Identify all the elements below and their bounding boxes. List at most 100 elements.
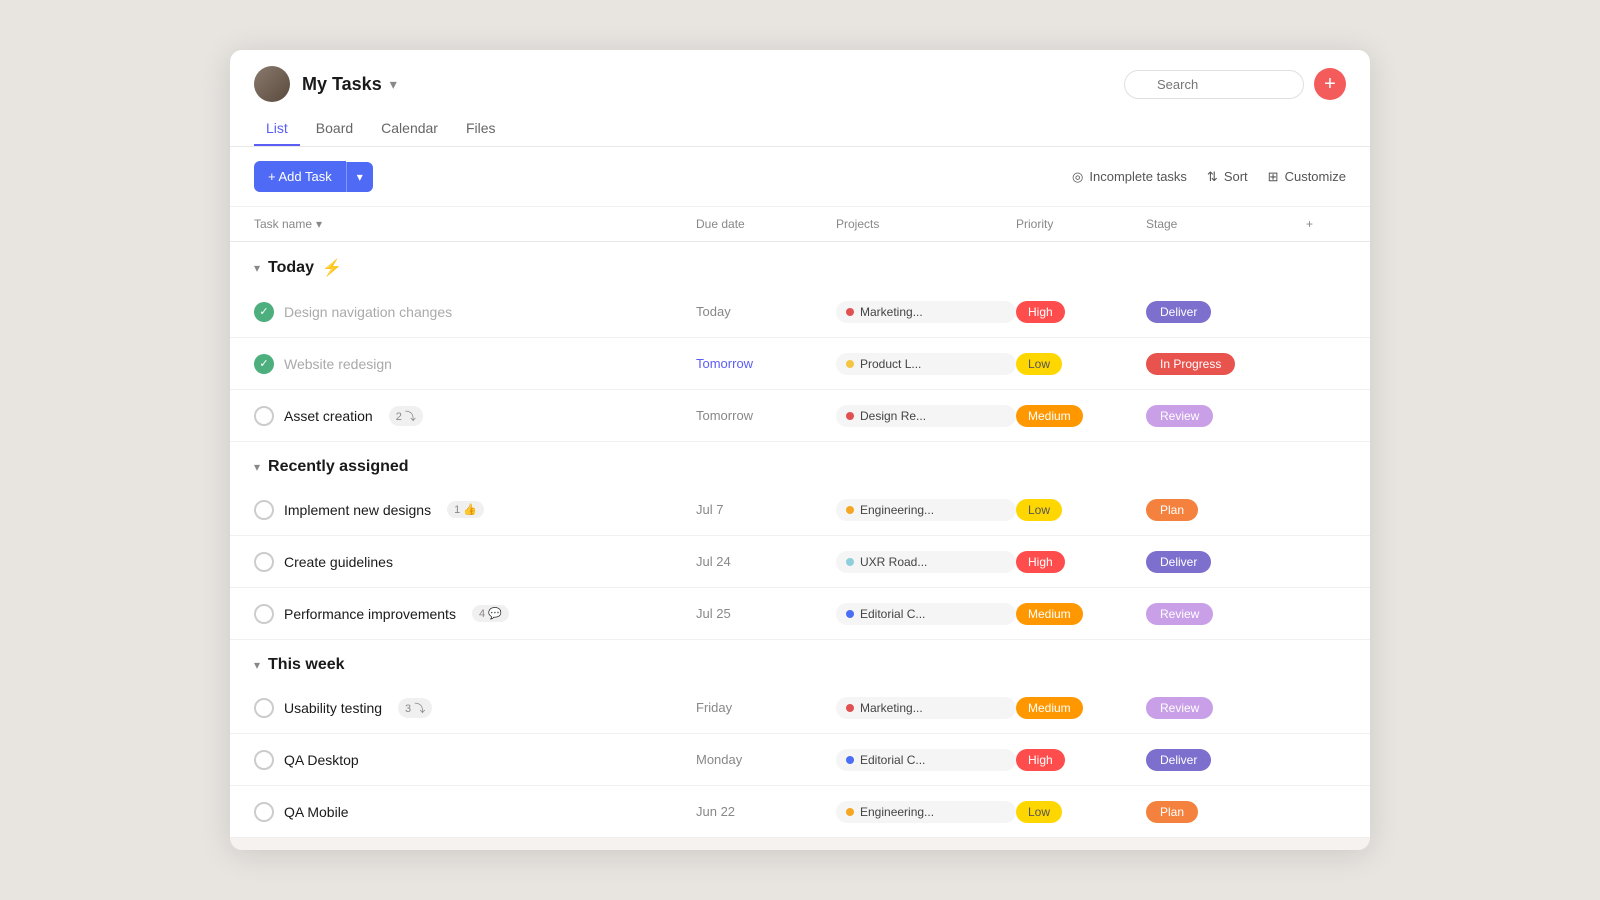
stage-cell: Deliver bbox=[1146, 551, 1306, 573]
check-empty-icon[interactable] bbox=[254, 552, 274, 572]
task-name-cell: ✓ Design navigation changes bbox=[254, 292, 696, 332]
due-date: Jul 24 bbox=[696, 554, 836, 569]
stage-cell: Review bbox=[1146, 405, 1306, 427]
stage-badge[interactable]: Plan bbox=[1146, 801, 1198, 823]
check-empty-icon[interactable] bbox=[254, 406, 274, 426]
customize-button[interactable]: ⊞ Customize bbox=[1268, 169, 1346, 185]
project-cell: Product L... bbox=[836, 353, 1016, 375]
priority-cell: Medium bbox=[1016, 405, 1146, 427]
priority-badge[interactable]: High bbox=[1016, 301, 1065, 323]
project-badge[interactable]: Engineering... bbox=[836, 499, 1016, 521]
project-badge[interactable]: Design Re... bbox=[836, 405, 1016, 427]
section-recently-header[interactable]: ▾ Recently assigned bbox=[230, 442, 1370, 484]
task-name-cell: QA Mobile bbox=[254, 792, 696, 832]
project-cell: Engineering... bbox=[836, 801, 1016, 823]
col-stage: Stage bbox=[1146, 217, 1306, 231]
check-empty-icon[interactable] bbox=[254, 500, 274, 520]
priority-cell: High bbox=[1016, 301, 1146, 323]
stage-badge[interactable]: Plan bbox=[1146, 499, 1198, 521]
task-name-cell: Performance improvements 4 💬 bbox=[254, 594, 696, 634]
project-badge[interactable]: UXR Road... bbox=[836, 551, 1016, 573]
tab-files[interactable]: Files bbox=[454, 112, 508, 146]
col-add[interactable]: + bbox=[1306, 217, 1346, 231]
project-badge[interactable]: Editorial C... bbox=[836, 603, 1016, 625]
table-row: Asset creation 2 ⤵ Tomorrow Design Re...… bbox=[230, 390, 1370, 442]
stage-badge[interactable]: Review bbox=[1146, 405, 1213, 427]
due-date: Jul 25 bbox=[696, 606, 836, 621]
add-task-button[interactable]: + Add Task bbox=[254, 161, 346, 192]
project-badge[interactable]: Marketing... bbox=[836, 301, 1016, 323]
stage-cell: Plan bbox=[1146, 499, 1306, 521]
priority-badge[interactable]: Low bbox=[1016, 801, 1062, 823]
stage-badge[interactable]: In Progress bbox=[1146, 353, 1235, 375]
task-meta: 3 ⤵ bbox=[398, 698, 432, 718]
sort-icon: ⇅ bbox=[1207, 169, 1218, 185]
due-date: Today bbox=[696, 304, 836, 319]
stage-cell: Review bbox=[1146, 603, 1306, 625]
tab-calendar[interactable]: Calendar bbox=[369, 112, 450, 146]
stage-badge[interactable]: Deliver bbox=[1146, 301, 1211, 323]
incomplete-tasks-button[interactable]: ◎ Incomplete tasks bbox=[1072, 169, 1187, 185]
stage-badge[interactable]: Deliver bbox=[1146, 749, 1211, 771]
stage-badge[interactable]: Review bbox=[1146, 603, 1213, 625]
priority-badge[interactable]: Medium bbox=[1016, 697, 1083, 719]
meta-badge: 1 👍 bbox=[447, 501, 484, 518]
task-name[interactable]: Usability testing bbox=[284, 700, 382, 716]
check-done-icon[interactable]: ✓ bbox=[254, 302, 274, 322]
priority-badge[interactable]: Low bbox=[1016, 499, 1062, 521]
priority-cell: Low bbox=[1016, 801, 1146, 823]
project-name: Editorial C... bbox=[860, 607, 925, 621]
add-button[interactable]: + bbox=[1314, 68, 1346, 100]
tab-board[interactable]: Board bbox=[304, 112, 365, 146]
task-name[interactable]: Create guidelines bbox=[284, 554, 393, 570]
incomplete-tasks-label: Incomplete tasks bbox=[1089, 169, 1187, 184]
search-wrapper: 🔍 bbox=[1124, 70, 1304, 99]
header-left: My Tasks ▾ bbox=[254, 66, 397, 102]
project-dot bbox=[846, 704, 854, 712]
task-name[interactable]: Performance improvements bbox=[284, 606, 456, 622]
task-name[interactable]: Asset creation bbox=[284, 408, 373, 424]
section-thisweek-header[interactable]: ▾ This week bbox=[230, 640, 1370, 682]
table-header: Task name ▾ Due date Projects Priority S… bbox=[230, 207, 1370, 242]
check-done-icon[interactable]: ✓ bbox=[254, 354, 274, 374]
section-today-header[interactable]: ▾ Today ⚡ bbox=[230, 242, 1370, 286]
priority-badge[interactable]: Low bbox=[1016, 353, 1062, 375]
priority-cell: Low bbox=[1016, 353, 1146, 375]
priority-badge[interactable]: High bbox=[1016, 749, 1065, 771]
priority-badge[interactable]: High bbox=[1016, 551, 1065, 573]
priority-cell: Medium bbox=[1016, 603, 1146, 625]
task-name[interactable]: Design navigation changes bbox=[284, 304, 452, 320]
task-name[interactable]: Website redesign bbox=[284, 356, 392, 372]
chevron-down-icon[interactable]: ▾ bbox=[390, 76, 397, 93]
tab-list[interactable]: List bbox=[254, 112, 300, 146]
customize-icon: ⊞ bbox=[1268, 169, 1279, 185]
check-empty-icon[interactable] bbox=[254, 604, 274, 624]
stage-badge[interactable]: Deliver bbox=[1146, 551, 1211, 573]
col-due-date: Due date bbox=[696, 217, 836, 231]
due-date: Tomorrow bbox=[696, 356, 836, 371]
check-empty-icon[interactable] bbox=[254, 802, 274, 822]
project-cell: Marketing... bbox=[836, 697, 1016, 719]
project-badge[interactable]: Product L... bbox=[836, 353, 1016, 375]
stage-cell: In Progress bbox=[1146, 353, 1306, 375]
sort-button[interactable]: ⇅ Sort bbox=[1207, 169, 1248, 185]
project-badge[interactable]: Engineering... bbox=[836, 801, 1016, 823]
task-name[interactable]: QA Desktop bbox=[284, 752, 359, 768]
check-empty-icon[interactable] bbox=[254, 750, 274, 770]
task-meta: 2 ⤵ bbox=[389, 406, 423, 426]
task-meta: 1 👍 bbox=[447, 501, 484, 518]
check-empty-icon[interactable] bbox=[254, 698, 274, 718]
stage-badge[interactable]: Review bbox=[1146, 697, 1213, 719]
project-badge[interactable]: Editorial C... bbox=[836, 749, 1016, 771]
add-task-dropdown-button[interactable]: ▾ bbox=[346, 162, 373, 192]
priority-badge[interactable]: Medium bbox=[1016, 405, 1083, 427]
section-chevron-icon: ▾ bbox=[254, 460, 260, 474]
section-today-icon: ⚡ bbox=[322, 258, 342, 278]
task-name[interactable]: Implement new designs bbox=[284, 502, 431, 518]
project-badge[interactable]: Marketing... bbox=[836, 697, 1016, 719]
project-dot bbox=[846, 610, 854, 618]
task-name[interactable]: QA Mobile bbox=[284, 804, 349, 820]
project-name: Marketing... bbox=[860, 701, 923, 715]
search-input[interactable] bbox=[1124, 70, 1304, 99]
priority-badge[interactable]: Medium bbox=[1016, 603, 1083, 625]
